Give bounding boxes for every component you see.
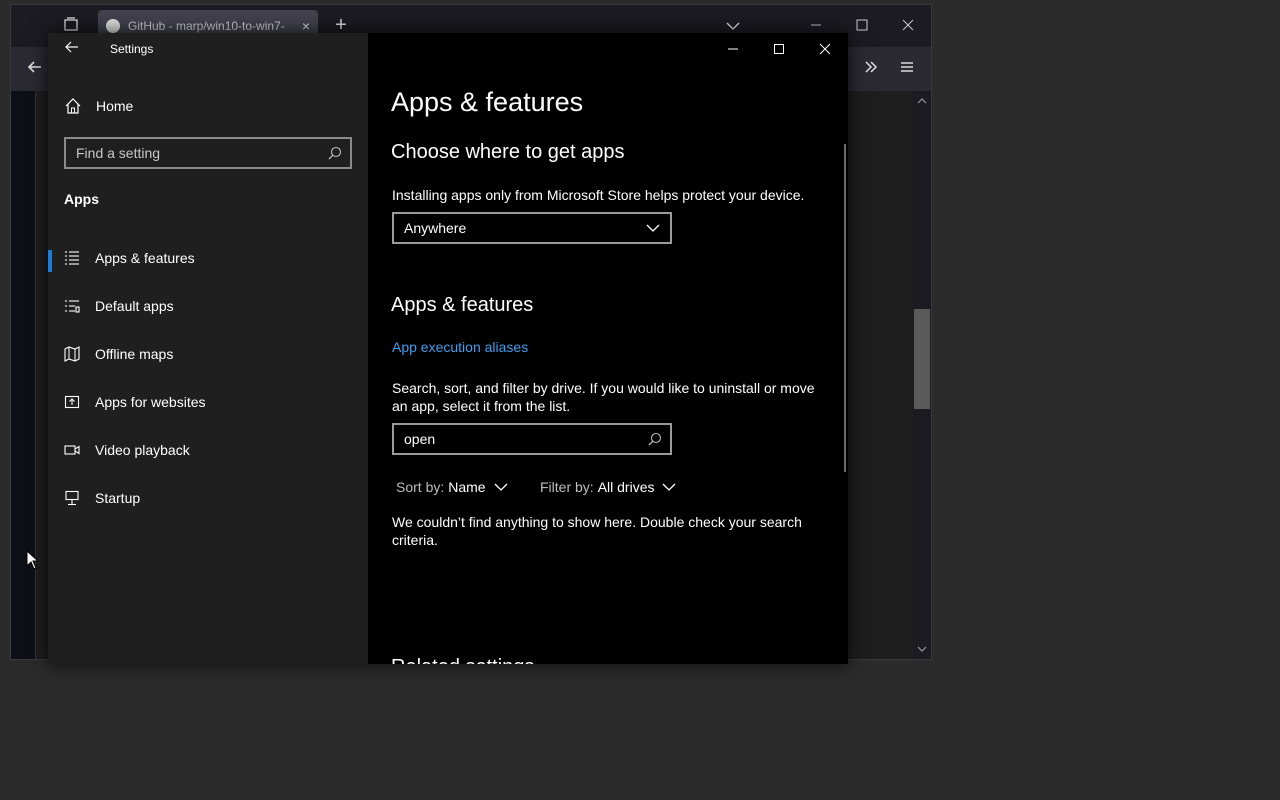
choose-apps-description: Installing apps only from Microsoft Stor… (392, 187, 805, 203)
app-search-input[interactable] (404, 431, 648, 447)
home-nav-item[interactable]: Home (64, 95, 133, 117)
video-icon (63, 441, 81, 459)
search-description: Search, sort, and filter by drive. If yo… (392, 380, 815, 414)
minimize-button[interactable] (710, 33, 756, 65)
home-label: Home (96, 98, 134, 114)
github-icon (106, 19, 120, 33)
nav-item-label: Apps for websites (95, 394, 206, 410)
find-setting-input[interactable] (76, 145, 328, 161)
app-source-dropdown[interactable]: Anywhere (392, 212, 672, 244)
nav-item-startup[interactable]: Startup (48, 478, 368, 518)
close-icon (819, 43, 831, 55)
map-icon (63, 345, 81, 363)
back-button[interactable] (64, 39, 84, 59)
sort-by-control[interactable]: Sort by: Name (396, 477, 508, 497)
filter-by-control[interactable]: Filter by: All drives (540, 477, 676, 497)
home-icon (65, 98, 81, 114)
filter-by-value: All drives (597, 479, 655, 495)
chevron-down-icon (663, 483, 676, 491)
dropdown-value: Anywhere (404, 220, 467, 236)
tab-close-icon[interactable]: × (302, 18, 310, 34)
app-execution-aliases-link[interactable]: App execution aliases (392, 339, 528, 355)
more-tools-chevron-icon[interactable] (861, 59, 881, 81)
choose-apps-heading: Choose where to get apps (391, 141, 625, 163)
nav-section-label: Apps (64, 191, 99, 207)
list-icon (63, 249, 81, 267)
nav-item-offline-maps[interactable]: Offline maps (48, 334, 368, 374)
browser-scroll-thumb[interactable] (914, 309, 930, 409)
minimize-icon (728, 48, 738, 50)
hamburger-menu-icon[interactable] (897, 59, 917, 81)
filter-by-label: Filter by: (540, 479, 594, 495)
nav-item-label: Default apps (95, 298, 174, 314)
search-icon[interactable] (328, 146, 342, 160)
scroll-down-icon[interactable] (914, 641, 930, 661)
nav-item-label: Video playback (95, 442, 190, 458)
empty-results-message: We couldn’t find anything to show here. … (392, 514, 802, 548)
chevron-down-icon (494, 483, 508, 491)
link-window-icon (63, 393, 81, 411)
app-search-box[interactable] (392, 423, 672, 455)
settings-nav-pane: Settings Home Apps Apps & features Defau… (48, 33, 368, 664)
nav-item-default-apps[interactable]: Default apps (48, 286, 368, 326)
browser-maximize-icon[interactable] (852, 17, 872, 37)
sort-by-label: Sort by: (396, 479, 445, 495)
mouse-cursor-icon (26, 549, 40, 575)
nav-item-apps-for-websites[interactable]: Apps for websites (48, 382, 368, 422)
apps-features-heading: Apps & features (391, 294, 534, 316)
nav-item-label: Apps & features (95, 250, 195, 266)
settings-search-box[interactable] (64, 137, 352, 169)
chevron-down-icon (646, 224, 660, 232)
window-title: Settings (110, 42, 154, 56)
browser-close-icon[interactable] (898, 17, 918, 37)
search-icon[interactable] (648, 432, 662, 446)
new-tab-button[interactable]: + (331, 15, 351, 35)
settings-scrollbar[interactable] (844, 144, 846, 472)
page-title: Apps & features (391, 87, 584, 117)
back-arrow-icon (65, 41, 78, 53)
nav-item-label: Startup (95, 490, 141, 506)
default-apps-icon (63, 297, 81, 315)
related-settings-heading: Related settings (391, 656, 534, 664)
settings-window: Settings Home Apps Apps & features Defau… (48, 33, 848, 664)
selected-indicator (48, 250, 52, 272)
scroll-up-icon[interactable] (914, 93, 930, 113)
maximize-icon (774, 44, 784, 54)
browser-tab-title: GitHub - marp/win10-to-win7- (128, 19, 285, 33)
maximize-button[interactable] (756, 33, 802, 65)
close-button[interactable] (802, 33, 848, 65)
startup-icon (63, 489, 81, 507)
nav-item-video-playback[interactable]: Video playback (48, 430, 368, 470)
sort-by-value: Name (448, 479, 486, 495)
nav-item-apps-features[interactable]: Apps & features (48, 238, 368, 278)
nav-item-label: Offline maps (95, 346, 174, 362)
settings-main-pane: Apps & features Choose where to get apps… (368, 33, 848, 664)
browser-back-icon[interactable] (25, 59, 45, 81)
